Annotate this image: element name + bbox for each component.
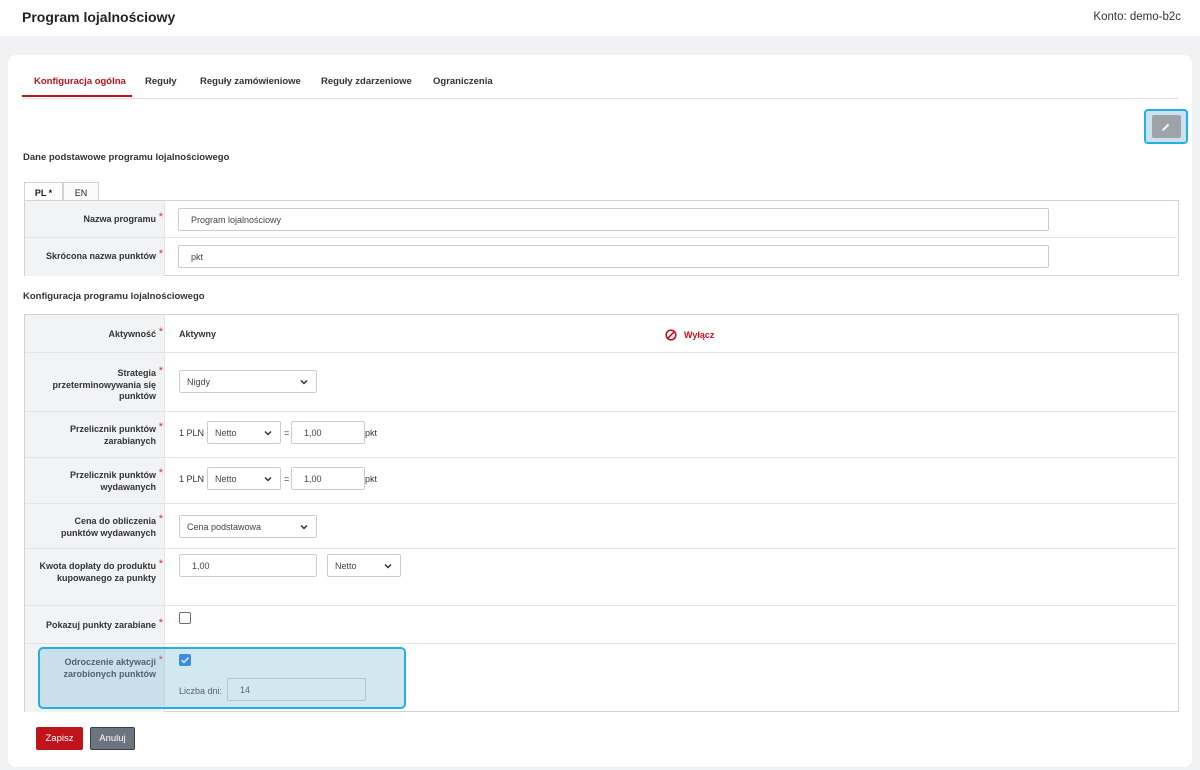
prohibited-icon bbox=[665, 329, 677, 341]
spent-rate-unit: pkt bbox=[365, 474, 378, 484]
show-points-checkbox[interactable] bbox=[179, 612, 191, 624]
earned-rate-unit: pkt bbox=[365, 428, 378, 438]
surcharge-type-select[interactable]: Netto bbox=[327, 554, 401, 577]
tab-rules[interactable]: Reguły bbox=[145, 76, 177, 87]
field-row-price: Cena do obliczenia punktów wydawanych * C… bbox=[25, 504, 1177, 549]
show-points-label: Pokazuj punkty zarabiane * bbox=[45, 617, 163, 630]
field-row-expiry-strategy: Strategia przeterminowywania się punktów… bbox=[25, 353, 1177, 412]
chevron-down-icon bbox=[264, 430, 272, 436]
spent-rate-label: Przelicznik punktów wydawanych * bbox=[69, 467, 163, 492]
disable-label: Wyłącz bbox=[684, 330, 715, 340]
earned-rate-type-select[interactable]: Netto bbox=[207, 421, 281, 444]
program-name-input[interactable]: Program lojalnościowy bbox=[178, 208, 1049, 231]
edit-button[interactable] bbox=[1144, 109, 1188, 144]
points-short-name-input[interactable]: pkt bbox=[178, 245, 1049, 268]
expiry-strategy-label: Strategia przeterminowywania się punktów… bbox=[52, 365, 163, 401]
page-title: Program lojalnościowy bbox=[22, 9, 176, 25]
disable-button[interactable]: Wyłącz bbox=[665, 328, 714, 342]
field-row-activity: Aktywność * Aktywny Wyłącz bbox=[25, 315, 1177, 353]
points-short-name-label: Skrócona nazwa punktów * bbox=[45, 248, 163, 261]
spent-rate-prefix: 1 PLN bbox=[179, 474, 205, 484]
field-row-points-short-name: Skrócona nazwa punktów * pkt bbox=[25, 238, 1177, 276]
price-label: Cena do obliczenia punktów wydawanych * bbox=[60, 513, 163, 538]
top-bar: Program lojalnościowy Konto: demo-b2c bbox=[0, 0, 1200, 36]
activity-label: Aktywność * bbox=[108, 326, 163, 339]
account-label: Konto: demo-b2c bbox=[1093, 11, 1181, 23]
tab-general-config[interactable]: Konfiguracja ogólna bbox=[34, 76, 126, 87]
highlight-overlay bbox=[38, 647, 406, 709]
expiry-strategy-select[interactable]: Nigdy bbox=[179, 370, 317, 393]
lang-tab-pl[interactable]: PL * bbox=[24, 182, 63, 202]
surcharge-input[interactable]: 1,00 bbox=[179, 554, 317, 577]
earned-rate-prefix: 1 PLN bbox=[179, 428, 205, 438]
program-name-label: Nazwa programu * bbox=[83, 211, 163, 224]
section-title-basic: Dane podstawowe programu lojalnościowego bbox=[23, 152, 230, 163]
pencil-icon bbox=[1162, 123, 1170, 131]
chevron-down-icon bbox=[300, 379, 308, 385]
tab-event-rules[interactable]: Reguły zdarzeniowe bbox=[321, 76, 412, 87]
spent-rate-type-select[interactable]: Netto bbox=[207, 467, 281, 490]
surcharge-label: Kwota dopłaty do produktu kupowanego za … bbox=[39, 558, 164, 583]
field-row-program-name: Nazwa programu * Program lojalnościowy bbox=[25, 201, 1177, 238]
save-button[interactable]: Zapisz bbox=[36, 727, 83, 750]
chevron-down-icon bbox=[384, 563, 392, 569]
earned-rate-equals: = bbox=[284, 428, 290, 438]
earned-rate-input[interactable]: 1,00 bbox=[291, 421, 365, 444]
field-row-spent-rate: Przelicznik punktów wydawanych * 1 PLN Ne… bbox=[25, 458, 1177, 504]
tab-bar: Konfiguracja ogólna Reguły Reguły zamówi… bbox=[22, 55, 1178, 99]
tab-order-rules[interactable]: Reguły zamówieniowe bbox=[200, 76, 301, 87]
earned-rate-label: Przelicznik punktów zarabianych * bbox=[69, 421, 163, 446]
lang-tab-en[interactable]: EN bbox=[63, 182, 99, 202]
chevron-down-icon bbox=[300, 524, 308, 530]
spent-rate-equals: = bbox=[284, 474, 290, 484]
main-card: Konfiguracja ogólna Reguły Reguły zamówi… bbox=[8, 55, 1192, 767]
basic-data-table: Nazwa programu * Program lojalnościowy Sk… bbox=[24, 200, 1179, 276]
field-row-surcharge: Kwota dopłaty do produktu kupowanego za … bbox=[25, 549, 1177, 606]
field-row-earned-rate: Przelicznik punktów zarabianych * 1 PLN N… bbox=[25, 412, 1177, 458]
cancel-button[interactable]: Anuluj bbox=[90, 727, 135, 750]
price-select[interactable]: Cena podstawowa bbox=[179, 515, 317, 538]
chevron-down-icon bbox=[264, 476, 272, 482]
tab-limits[interactable]: Ograniczenia bbox=[433, 76, 493, 87]
section-title-config: Konfiguracja programu lojalnościowego bbox=[23, 291, 205, 302]
spent-rate-input[interactable]: 1,00 bbox=[291, 467, 365, 490]
field-row-show-points: Pokazuj punkty zarabiane * bbox=[25, 606, 1177, 644]
activity-status: Aktywny bbox=[179, 329, 217, 339]
active-tab-underline bbox=[22, 95, 132, 97]
